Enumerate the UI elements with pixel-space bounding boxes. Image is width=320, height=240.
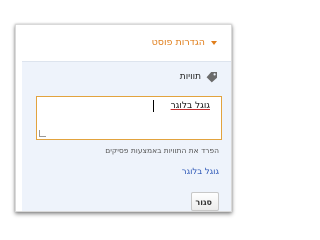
caret-down-icon[interactable] — [211, 41, 217, 45]
labels-heading: תוויות — [179, 72, 201, 82]
label-suggestion-link[interactable]: גוגל בלוגר — [182, 167, 219, 177]
labels-value[interactable]: גוגל בלוגר — [171, 101, 210, 111]
close-button[interactable]: סגור — [191, 192, 219, 211]
tag-icon — [206, 72, 217, 83]
text-caret — [153, 100, 154, 112]
post-settings-panel: הגדרות פוסט תוויות גוגל בלוגר הפרד את הת… — [15, 24, 232, 212]
labels-textarea[interactable]: גוגל בלוגר — [36, 96, 222, 140]
post-settings-header[interactable]: הגדרות פוסט — [16, 25, 231, 59]
post-settings-title[interactable]: הגדרות פוסט — [152, 37, 205, 48]
labels-helper-text: הפרד את התוויות באמצעות פסיקים — [105, 146, 219, 155]
labels-section: תוויות גוגל בלוגר הפרד את התוויות באמצעו… — [22, 61, 231, 211]
resize-handle[interactable] — [39, 130, 46, 137]
